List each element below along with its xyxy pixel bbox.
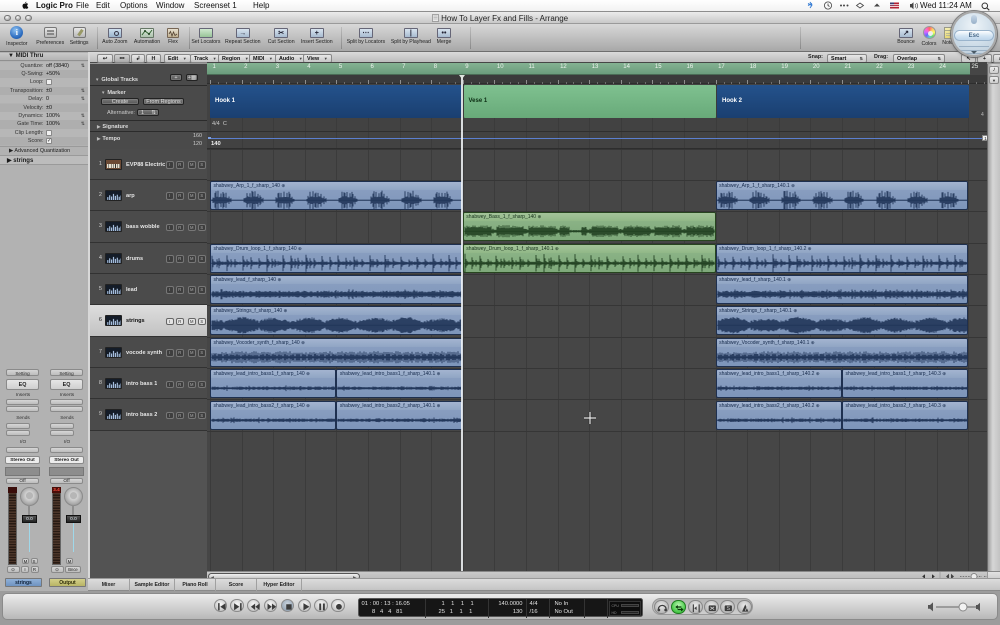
svg-text:S: S: [727, 605, 731, 611]
